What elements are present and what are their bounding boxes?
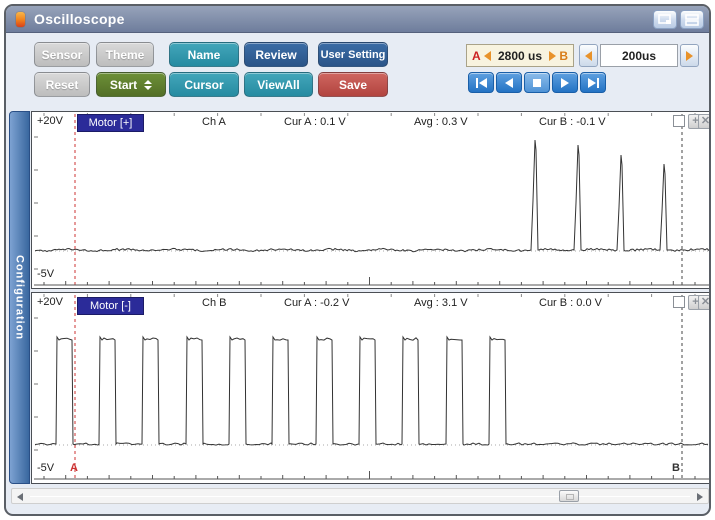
channel-b-checkbox[interactable] xyxy=(673,296,685,308)
transport-play-button[interactable] xyxy=(552,72,578,93)
start-button[interactable]: Start xyxy=(96,72,166,97)
scroll-right-arrow-icon[interactable] xyxy=(697,493,703,501)
cursor-a-marker[interactable]: A xyxy=(70,462,78,474)
channel-a-source-badge[interactable]: Motor [+] xyxy=(77,114,144,132)
channel-b-panel: +20V Motor [-] Ch B Cur A : -0.2 V Avg :… xyxy=(31,292,711,484)
cursor-a-label: A xyxy=(472,49,481,63)
skip-last-triangle-icon xyxy=(588,78,596,88)
horizontal-scrollbar[interactable] xyxy=(11,488,709,504)
viewall-button[interactable]: ViewAll xyxy=(244,72,313,97)
channel-a-waveform xyxy=(32,112,711,290)
window-layout-button[interactable] xyxy=(680,10,704,29)
titlebar: Oscilloscope xyxy=(6,6,709,33)
channel-a-scale-bottom: -5V xyxy=(37,268,54,280)
review-button-label: Review xyxy=(255,48,296,62)
transport-skip-last-button[interactable] xyxy=(580,72,606,93)
cursor-b-label: B xyxy=(559,49,568,63)
channel-a-cursor-a-value: Cur A : 0.1 V xyxy=(284,116,346,128)
configuration-tab-label: Configuration xyxy=(14,255,26,340)
sensor-button[interactable]: Sensor xyxy=(34,42,90,67)
viewall-button-label: ViewAll xyxy=(257,78,299,92)
channel-b-avg-value: Avg : 3.1 V xyxy=(414,297,468,309)
scrollbar-thumb[interactable] xyxy=(559,490,579,502)
channel-a-panel: +20V Motor [+] Ch A Cur A : 0.1 V Avg : … xyxy=(31,111,711,289)
step-back-icon xyxy=(505,78,513,88)
right-arrow-icon xyxy=(686,51,693,61)
cursor-a-arrow-icon xyxy=(484,51,491,61)
channel-a-checkbox[interactable] xyxy=(673,115,685,127)
channel-a-scale-top: +20V xyxy=(37,115,63,127)
skip-first-icon xyxy=(476,78,478,88)
theme-button[interactable]: Theme xyxy=(96,42,154,67)
channel-b-cursor-b-value: Cur B : 0.0 V xyxy=(539,297,602,309)
configuration-tab[interactable]: Configuration xyxy=(9,111,30,484)
window-title: Oscilloscope xyxy=(34,11,125,27)
save-button[interactable]: Save xyxy=(318,72,388,97)
transport-step-back-button[interactable] xyxy=(496,72,522,93)
channel-b-waveform xyxy=(32,293,711,485)
theme-button-label: Theme xyxy=(106,48,145,62)
timebase-value-text: 200us xyxy=(622,49,656,63)
channel-a-badge-label: Motor [+] xyxy=(89,117,133,129)
skip-first-triangle-icon xyxy=(479,78,487,88)
save-button-label: Save xyxy=(339,78,367,92)
capture-window-icon xyxy=(658,14,672,25)
scroll-left-arrow-icon[interactable] xyxy=(17,493,23,501)
cursor-b-marker[interactable]: B xyxy=(672,462,680,474)
app-flame-icon xyxy=(16,12,25,27)
channel-a-avg-value: Avg : 0.3 V xyxy=(414,116,468,128)
cursor-span-display: A 2800 us B xyxy=(466,44,574,67)
review-button[interactable]: Review xyxy=(244,42,308,67)
cursor-span-value: 2800 us xyxy=(494,49,547,63)
channel-b-badge-label: Motor [-] xyxy=(90,300,131,312)
channel-a-name: Ch A xyxy=(202,116,226,128)
reset-button[interactable]: Reset xyxy=(34,72,90,97)
name-button[interactable]: Name xyxy=(169,42,239,67)
user-setting-button-label: User Setting xyxy=(321,49,386,61)
channel-b-name: Ch B xyxy=(202,297,226,309)
channel-a-close-button[interactable]: ✕ xyxy=(698,114,711,129)
transport-stop-button[interactable] xyxy=(524,72,550,93)
stop-icon xyxy=(533,79,541,87)
capture-window-button[interactable] xyxy=(653,10,677,29)
start-spinner-icon[interactable] xyxy=(144,80,152,90)
left-arrow-icon xyxy=(585,51,592,61)
app-window: Oscilloscope Sensor Theme Name Review Us… xyxy=(4,4,711,516)
timebase-increase-button[interactable] xyxy=(680,44,699,67)
transport-controls xyxy=(468,72,606,93)
cursor-b-arrow-icon xyxy=(549,51,556,61)
cursor-button[interactable]: Cursor xyxy=(169,72,239,97)
start-button-label: Start xyxy=(110,78,137,92)
channel-b-scale-top: +20V xyxy=(37,296,63,308)
channel-b-source-badge[interactable]: Motor [-] xyxy=(77,297,144,315)
scrollbar-groove xyxy=(30,496,690,497)
window-layout-icon xyxy=(685,14,699,26)
channel-b-cursor-a-value: Cur A : -0.2 V xyxy=(284,297,349,309)
play-icon xyxy=(561,78,569,88)
timebase-value: 200us xyxy=(600,44,678,67)
sensor-button-label: Sensor xyxy=(42,48,83,62)
timebase-decrease-button[interactable] xyxy=(579,44,598,67)
cursor-button-label: Cursor xyxy=(184,78,223,92)
reset-button-label: Reset xyxy=(46,78,79,92)
transport-skip-first-button[interactable] xyxy=(468,72,494,93)
channel-b-close-button[interactable]: ✕ xyxy=(698,295,711,310)
channel-b-scale-bottom: -5V xyxy=(37,462,54,474)
skip-last-icon xyxy=(597,78,599,88)
user-setting-button[interactable]: User Setting xyxy=(318,42,388,67)
name-button-label: Name xyxy=(188,48,221,62)
channel-a-cursor-b-value: Cur B : -0.1 V xyxy=(539,116,606,128)
